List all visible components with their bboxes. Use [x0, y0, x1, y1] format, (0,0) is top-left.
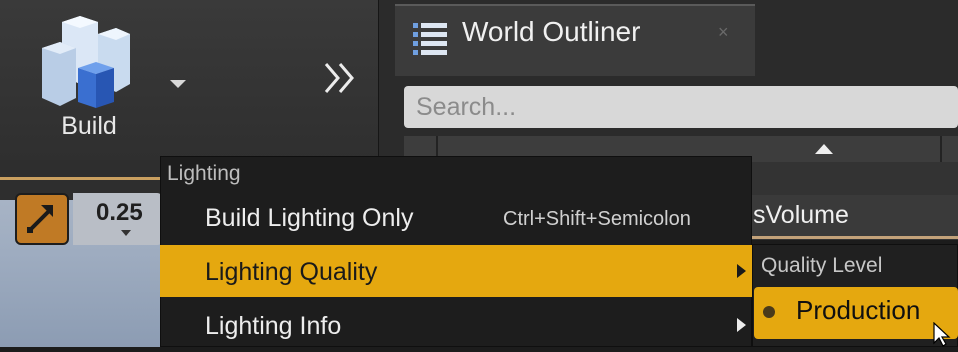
submenu-heading: Quality Level	[761, 254, 883, 277]
viewport-accent-line	[0, 177, 160, 180]
column-divider	[940, 136, 942, 162]
scale-arrows-icon	[27, 205, 53, 233]
menu-item-build-lighting-only[interactable]: Build Lighting Only	[205, 204, 413, 233]
submenu-arrow-icon	[737, 264, 746, 278]
chevron-down-icon	[121, 230, 131, 236]
double-chevron-right-icon[interactable]	[320, 58, 360, 105]
menu-item-lighting-info[interactable]: Lighting Info	[205, 312, 341, 341]
radio-selected-icon	[763, 306, 775, 318]
build-dropdown-arrow-icon[interactable]	[164, 74, 192, 94]
menu-item-lighting-quality[interactable]: Lighting Quality	[205, 258, 377, 287]
scale-snap-toggle[interactable]	[15, 193, 69, 245]
submenu-arrow-icon	[737, 318, 746, 332]
scale-snap-value: 0.25	[96, 199, 143, 226]
build-label[interactable]: Build	[44, 112, 134, 141]
build-blocks-icon[interactable]	[38, 14, 132, 110]
menu-section-heading: Lighting	[167, 162, 241, 185]
menu-item-shortcut: Ctrl+Shift+Semicolon	[503, 208, 691, 230]
list-icon	[413, 20, 447, 56]
search-input[interactable]	[404, 86, 958, 128]
tab-world-outliner-label: World Outliner	[462, 16, 641, 47]
mouse-cursor-icon	[932, 321, 952, 347]
menu-item-production-label: Production	[796, 295, 921, 325]
close-icon[interactable]: ×	[718, 22, 729, 43]
outliner-row-label: sVolume	[753, 201, 849, 229]
sort-ascending-icon[interactable]	[815, 144, 833, 154]
